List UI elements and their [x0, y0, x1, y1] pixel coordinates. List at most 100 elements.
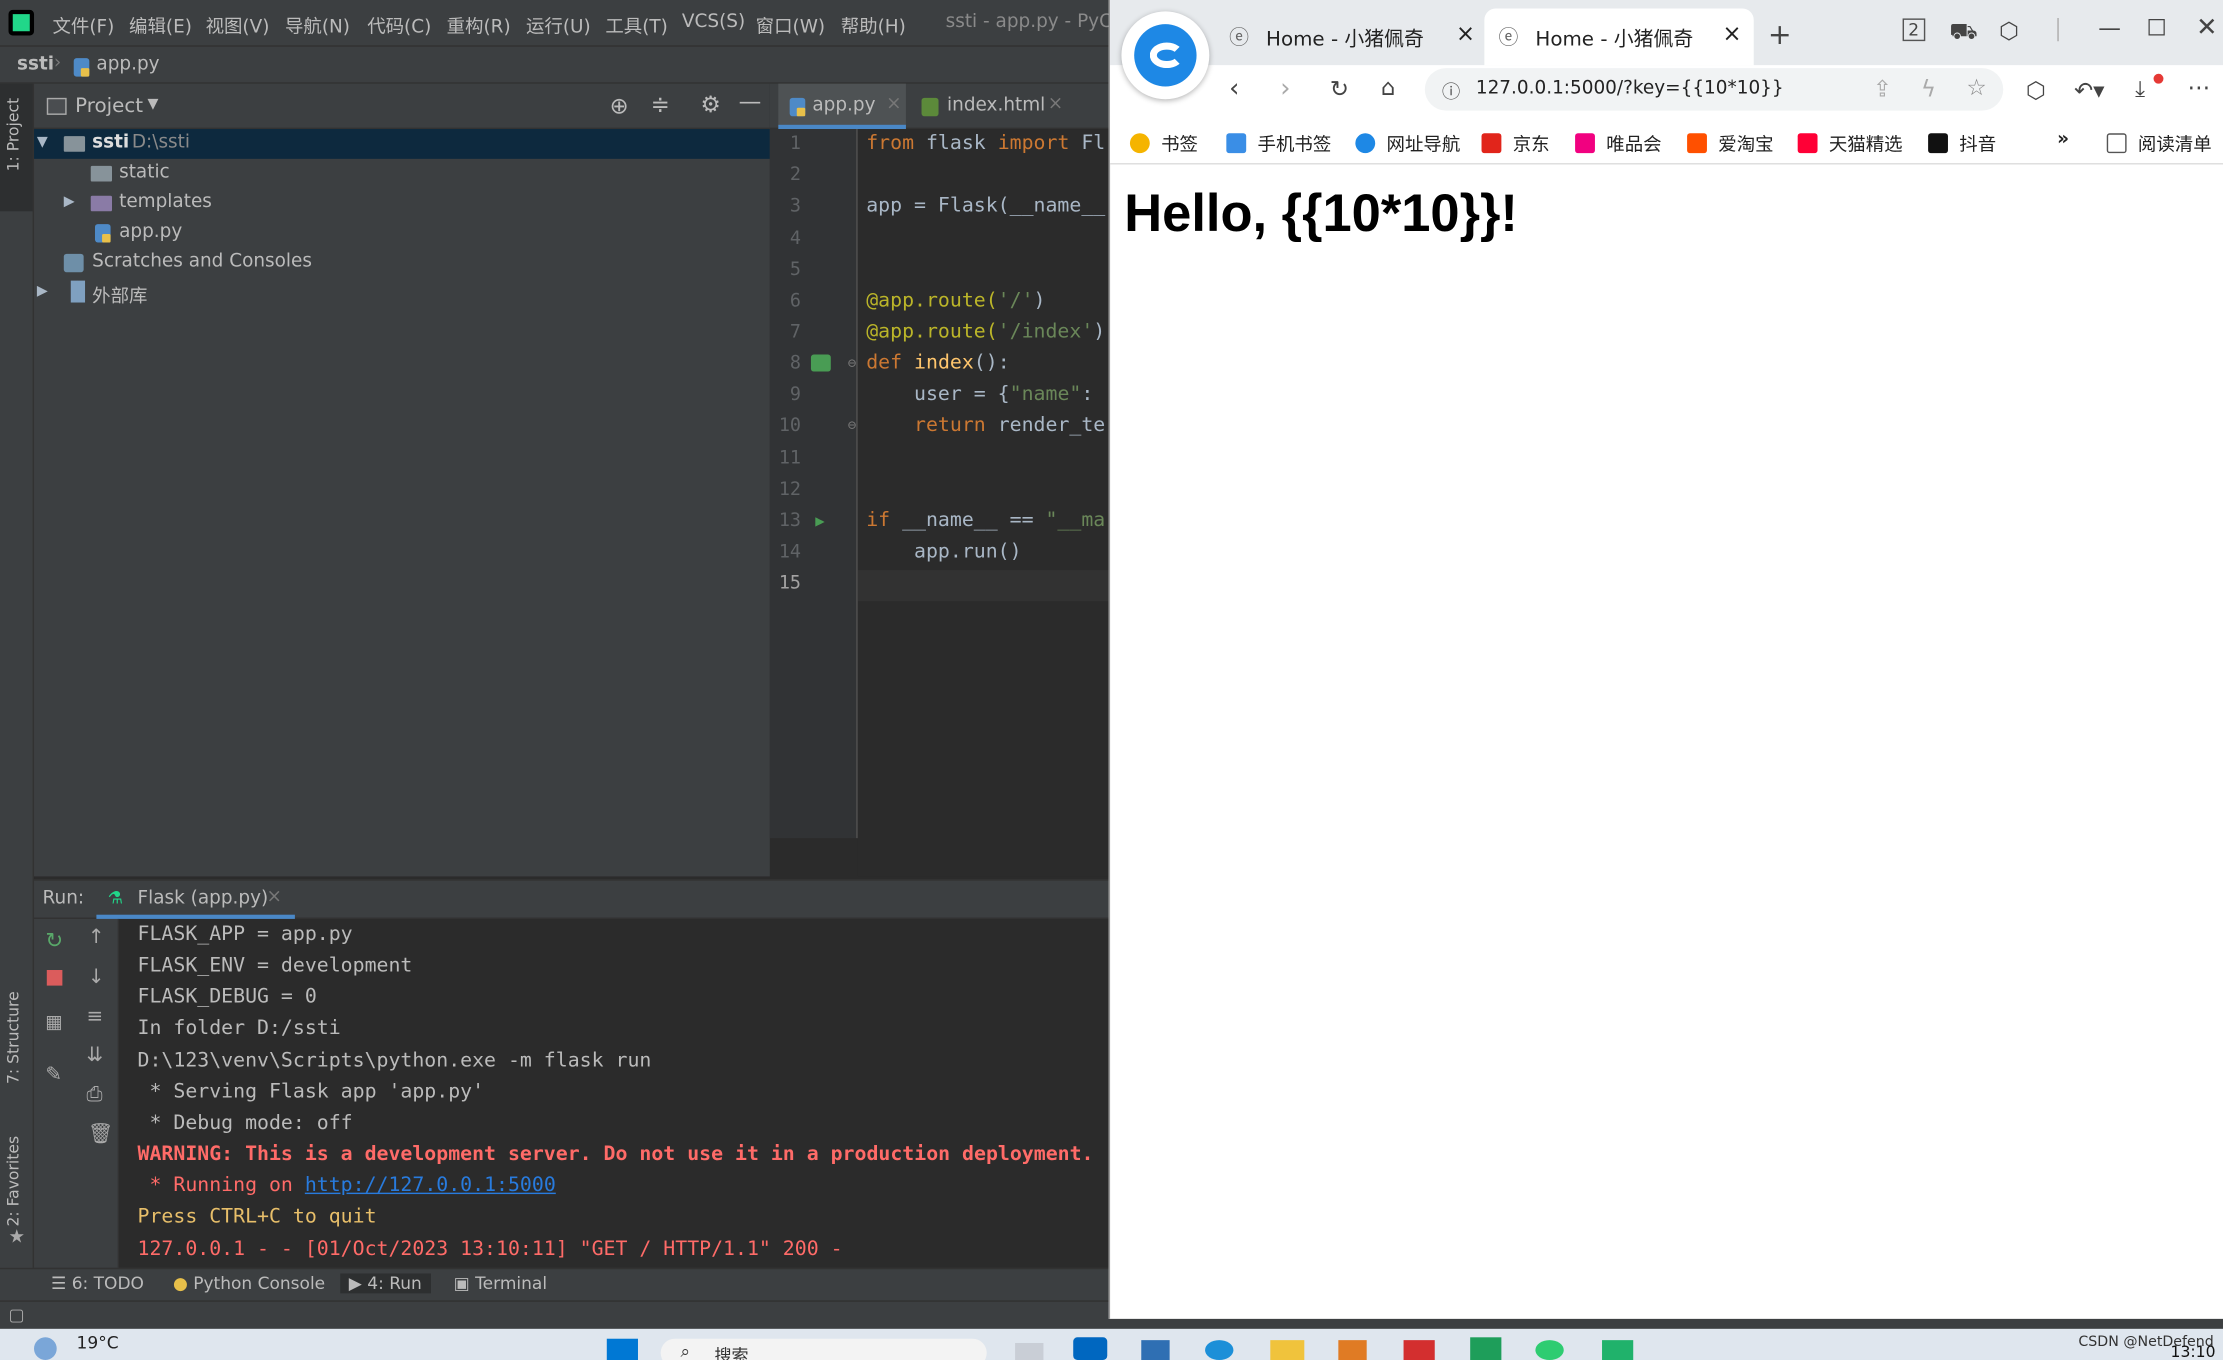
bookmark-item[interactable]: 手机书签: [1226, 129, 1331, 156]
app-taskbar-icon[interactable]: [1403, 1340, 1435, 1360]
layout-icon[interactable]: ▦: [45, 1013, 62, 1034]
windows-start-icon[interactable]: [606, 1338, 638, 1360]
menu-vcs[interactable]: VCS(S): [682, 11, 745, 32]
project-tool-tab[interactable]: 1: Project: [4, 98, 22, 172]
reload-icon[interactable]: ↻: [1330, 75, 1349, 102]
bookmark-item[interactable]: 网址导航: [1355, 129, 1460, 156]
run-config-tab[interactable]: ⚗ Flask (app.py) ×: [96, 881, 295, 919]
app-taskbar-icon[interactable]: [1602, 1340, 1634, 1360]
menu-window[interactable]: 窗口(W): [756, 11, 825, 38]
tree-row-scratches[interactable]: Scratches and Consoles: [34, 248, 770, 278]
lightning-icon[interactable]: ϟ: [1921, 75, 1936, 102]
more-menu-icon[interactable]: ⋯: [2188, 74, 2211, 101]
home-icon[interactable]: ⌂: [1381, 74, 1395, 101]
extensions-icon[interactable]: ⬡: [2026, 77, 2046, 104]
browser-tab-1[interactable]: ⓔ Home - 小猪佩奇 ×: [1215, 9, 1482, 66]
menu-refactor[interactable]: 重构(R): [447, 11, 511, 38]
maximize-icon[interactable]: ☐: [2146, 14, 2166, 41]
back-icon[interactable]: ‹: [1229, 74, 1239, 104]
mail-taskbar-icon[interactable]: [1141, 1340, 1170, 1360]
browser-tab-2-active[interactable]: ⓔ Home - 小猪佩奇 ×: [1484, 8, 1754, 66]
menu-edit[interactable]: 编辑(E): [129, 11, 192, 38]
tree-row-templates[interactable]: ▶ templates: [34, 189, 770, 219]
arrow-up-icon[interactable]: ↑: [88, 926, 105, 949]
share-icon[interactable]: ⇪: [1873, 75, 1892, 102]
print-icon[interactable]: ⎙: [86, 1083, 102, 1106]
soft-wrap-icon[interactable]: ≡: [86, 1005, 103, 1028]
more-bookmarks-icon[interactable]: »: [2057, 129, 2069, 150]
chevron-down-icon[interactable]: ▼: [147, 96, 158, 112]
menu-navigate[interactable]: 导航(N): [285, 11, 350, 38]
close-icon[interactable]: ×: [886, 94, 901, 115]
scroll-to-end-icon[interactable]: ⇊: [86, 1044, 103, 1067]
gear-icon[interactable]: ⚙: [700, 91, 720, 118]
explorer-taskbar-icon[interactable]: [1270, 1340, 1305, 1360]
close-icon[interactable]: ×: [267, 886, 282, 907]
run-gutter-icon[interactable]: ▶: [815, 512, 824, 530]
tree-row-root[interactable]: ▼ ssti D:\ssti: [34, 129, 770, 159]
new-tab-icon[interactable]: +: [1768, 17, 1792, 51]
info-icon[interactable]: ⓘ: [1442, 77, 1460, 103]
rerun-icon[interactable]: ↻: [45, 927, 63, 953]
collapse-all-icon[interactable]: ≑: [651, 91, 670, 118]
minimize-panel-icon[interactable]: —: [739, 88, 762, 115]
locate-icon[interactable]: ⊕: [610, 92, 629, 119]
bookmark-item[interactable]: 天猫精选: [1797, 129, 1903, 156]
fold-icon[interactable]: ⊖: [848, 418, 857, 434]
tab-index-html[interactable]: index.html ×: [912, 84, 1082, 129]
fold-icon[interactable]: ⊖: [848, 356, 857, 372]
tree-row-external-libs[interactable]: ▶ ▐▌ 外部库: [34, 278, 770, 308]
run-console[interactable]: FLASK_APP = app.py FLASK_ENV = developme…: [119, 918, 1109, 1268]
expanded-arrow-icon[interactable]: ▼: [37, 135, 48, 151]
panel-toggle-icon[interactable]: ▢: [9, 1305, 25, 1325]
bookmark-item[interactable]: 京东: [1481, 129, 1550, 156]
star-outline-icon[interactable]: ☆: [1966, 74, 1986, 101]
code-editor[interactable]: from flask import Fl app = Flask(__name_…: [857, 129, 1109, 877]
close-icon[interactable]: ×: [1456, 20, 1475, 47]
collapsed-arrow-icon[interactable]: ▶: [37, 284, 48, 300]
breadcrumb-file[interactable]: app.py: [96, 54, 159, 75]
menu-tools[interactable]: 工具(T): [605, 11, 668, 38]
tab-app-py[interactable]: app.py ×: [778, 83, 906, 130]
edge-taskbar-icon[interactable]: [1205, 1340, 1234, 1360]
bookmark-item[interactable]: 唯品会: [1575, 129, 1662, 156]
trash-icon[interactable]: 🗑: [88, 1123, 113, 1146]
forward-icon[interactable]: ›: [1280, 74, 1290, 104]
pycharm-taskbar-icon[interactable]: [1470, 1337, 1502, 1360]
browser-logo-icon[interactable]: [1121, 11, 1210, 100]
menu-code[interactable]: 代码(C): [367, 11, 431, 38]
stop-icon[interactable]: [46, 970, 63, 986]
tree-row-app-py[interactable]: app.py: [34, 218, 770, 248]
project-panel-title[interactable]: Project: [75, 95, 143, 118]
structure-tool-tab[interactable]: 7: Structure: [4, 991, 22, 1084]
tab-terminal[interactable]: ▣ Terminal: [454, 1273, 547, 1293]
route-marker-icon[interactable]: [810, 354, 831, 372]
tab-python-console[interactable]: ● Python Console: [173, 1273, 325, 1293]
task-view-icon[interactable]: [1015, 1342, 1044, 1360]
arrow-down-icon[interactable]: ↓: [88, 966, 105, 989]
close-window-icon[interactable]: ✕: [2196, 13, 2217, 43]
menu-file[interactable]: 文件(F): [52, 11, 114, 38]
breadcrumb-project[interactable]: ssti: [17, 54, 54, 75]
app-taskbar-icon[interactable]: [1338, 1340, 1367, 1360]
incognito-icon[interactable]: ⛟: [1949, 17, 1978, 47]
tab-todo[interactable]: ☰ 6: TODO: [51, 1273, 144, 1293]
weather-temp[interactable]: 19°C: [77, 1333, 119, 1353]
menu-view[interactable]: 视图(V): [206, 11, 270, 38]
close-icon[interactable]: ×: [1723, 20, 1742, 47]
address-bar[interactable]: ⓘ 127.0.0.1:5000/?key={{10*10}} ⇪ ϟ ☆: [1424, 68, 2004, 111]
close-icon[interactable]: ×: [1048, 94, 1063, 115]
menu-help[interactable]: 帮助(H): [841, 11, 906, 38]
wechat-taskbar-icon[interactable]: [1535, 1340, 1564, 1360]
console-url-link[interactable]: http://127.0.0.1:5000: [305, 1174, 556, 1197]
bookmark-item[interactable]: 抖音: [1928, 129, 1996, 156]
shirt-icon[interactable]: ⬡: [1999, 17, 2019, 44]
browser-taskbar-icon[interactable]: [1073, 1337, 1108, 1360]
taskbar-search[interactable]: ⌕ 搜索: [660, 1338, 987, 1360]
tree-row-static[interactable]: static: [34, 159, 770, 189]
collapsed-arrow-icon[interactable]: ▶: [64, 194, 75, 210]
tab-count-icon[interactable]: 2: [1902, 18, 1925, 42]
reading-list[interactable]: 阅读清单: [2106, 129, 2212, 156]
pin-icon[interactable]: ✎: [45, 1064, 62, 1087]
download-icon[interactable]: ⤓: [2135, 75, 2145, 103]
